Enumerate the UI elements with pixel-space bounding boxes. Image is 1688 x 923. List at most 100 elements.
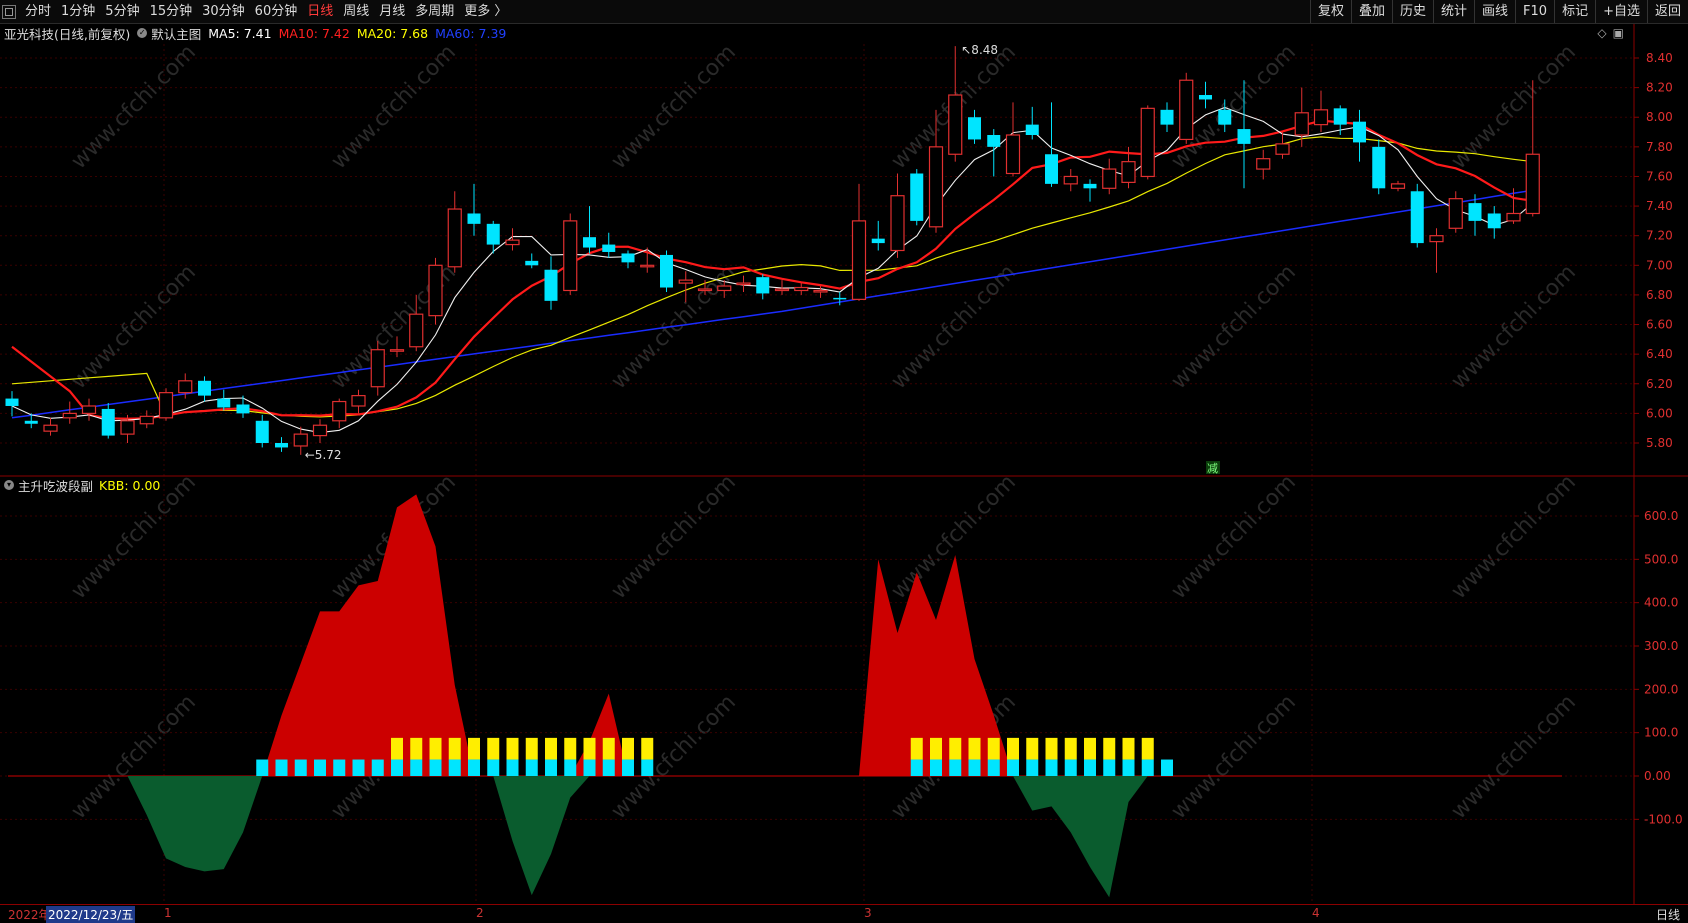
- yellow-signal-bar: [410, 737, 423, 760]
- yellow-signal-bar: [429, 737, 442, 760]
- candle-body-up: [1313, 109, 1329, 126]
- yellow-signal-bar: [930, 737, 942, 760]
- candle: [255, 414, 269, 448]
- yellow-signal-bar: [602, 737, 615, 760]
- candle-body-up: [1390, 183, 1406, 189]
- year-prefix: 2022年: [8, 908, 51, 922]
- cyan-signal-bar: [622, 759, 634, 776]
- price-tick-label: 7.80: [1646, 140, 1673, 154]
- stock-title[interactable]: 亚光科技(日线,前复权): [4, 24, 130, 43]
- candle-body-up: [563, 220, 578, 292]
- candle: [43, 417, 58, 436]
- candle-body-down: [525, 260, 539, 266]
- yellow-signal-bar: [391, 737, 403, 760]
- yellow-signal-bar: [1122, 737, 1135, 760]
- indicator-name[interactable]: 主升吃波段副: [18, 476, 93, 495]
- candle: [312, 419, 328, 443]
- cyan-signal-bar: [294, 759, 307, 776]
- cyan-signal-bar: [487, 759, 500, 776]
- candle-body-down: [217, 398, 231, 408]
- watermark-text: www.cfchi.com: [1447, 690, 1581, 824]
- indicator-tick-label: 400.0: [1644, 596, 1678, 610]
- candle-body-down: [198, 380, 211, 396]
- settings-circle-icon[interactable]: ✓: [137, 28, 148, 38]
- candle: [1353, 109, 1366, 162]
- yellow-signal-bar: [1103, 737, 1116, 760]
- candle-body-down: [24, 420, 38, 424]
- ma20-label: MA20: 7.68: [356, 25, 429, 41]
- candle: [563, 213, 578, 295]
- candle-body-up: [178, 380, 193, 394]
- diamond-icon[interactable]: ◇: [1597, 26, 1606, 40]
- candle-body-down: [1487, 213, 1501, 229]
- price-tick-label: 8.40: [1646, 51, 1673, 65]
- period-label[interactable]: 日线: [1656, 906, 1680, 923]
- cyan-signal-bar: [1141, 759, 1154, 776]
- candle-body-down: [968, 117, 981, 140]
- candle-body-up: [717, 285, 732, 292]
- kbb-positive-area: [570, 693, 628, 776]
- candle: [756, 274, 770, 300]
- candle: [158, 388, 174, 421]
- candle-body-up: [813, 289, 828, 293]
- yellow-signal-bar: [545, 737, 557, 760]
- candle: [1005, 102, 1021, 177]
- candle-body-up: [774, 288, 790, 292]
- candle: [332, 398, 347, 429]
- month-tick: 2: [476, 906, 484, 920]
- indicator-tick-label: -100.0: [1644, 812, 1683, 826]
- cyan-signal-bar: [314, 759, 326, 776]
- candle: [1448, 191, 1463, 233]
- candle-body-down: [275, 443, 288, 448]
- cyan-signal-bar: [371, 759, 384, 776]
- watermark-text: www.cfchi.com: [327, 40, 461, 174]
- date-axis: 2022年 2022/12/23/五 1 2 3 4 日线: [0, 904, 1688, 923]
- candle: [851, 183, 867, 301]
- indicator-tick-label: 300.0: [1644, 639, 1678, 653]
- yellow-signal-bar: [487, 737, 500, 760]
- watermark-text: www.cfchi.com: [1167, 690, 1301, 824]
- ma10-line: [11, 119, 1533, 420]
- kline-chart[interactable]: www.cfchi.com www.cfchi.com www.cfchi.com w…: [0, 0, 1688, 922]
- price-tick-label: 6.60: [1646, 318, 1673, 332]
- month-tick: 1: [164, 906, 172, 920]
- candle-body-down: [602, 244, 616, 252]
- restore-window-icon[interactable]: ▣: [1613, 26, 1624, 40]
- collapse-circle-icon[interactable]: ▾: [4, 480, 14, 490]
- yellow-signal-bar: [564, 737, 577, 760]
- watermark-text: www.cfchi.com: [1447, 40, 1581, 174]
- candle-body-up: [1102, 168, 1117, 189]
- candle: [101, 403, 115, 439]
- price-tick-label: 7.60: [1646, 169, 1673, 183]
- candle: [1372, 139, 1386, 195]
- candle: [544, 256, 558, 310]
- candle-body-down: [467, 213, 481, 224]
- price-tick-label: 7.40: [1646, 199, 1673, 213]
- candle-body-down: [1218, 109, 1232, 125]
- candle: [1256, 149, 1271, 180]
- cyan-signal-bar: [468, 759, 480, 776]
- candle: [1275, 132, 1290, 159]
- candle-body-up: [1005, 134, 1021, 175]
- candle-body-up: [62, 412, 77, 419]
- watermark-text: www.cfchi.com: [607, 260, 741, 394]
- candle-body-down: [583, 237, 596, 248]
- cyan-signal-bar: [1161, 759, 1173, 776]
- candle-body-down: [987, 135, 1001, 147]
- candle-body-up: [697, 288, 713, 292]
- candle: [467, 183, 481, 236]
- candle-body-down: [101, 408, 115, 436]
- yellow-signal-bar: [448, 737, 461, 760]
- indicator-tick-label: 500.0: [1644, 552, 1678, 566]
- candle: [236, 395, 250, 418]
- candle-body-up: [351, 395, 366, 407]
- template-name[interactable]: 默认主图: [151, 24, 201, 43]
- candle-body-up: [293, 433, 308, 447]
- cyan-signal-bar: [968, 759, 981, 776]
- candle-body-down: [621, 253, 635, 263]
- candle: [1063, 169, 1078, 192]
- candle: [351, 389, 366, 414]
- chart-corner-controls: ◇ ▣: [1597, 26, 1624, 40]
- indicator-tick-label: 200.0: [1644, 682, 1678, 696]
- candle-body-up: [332, 400, 347, 422]
